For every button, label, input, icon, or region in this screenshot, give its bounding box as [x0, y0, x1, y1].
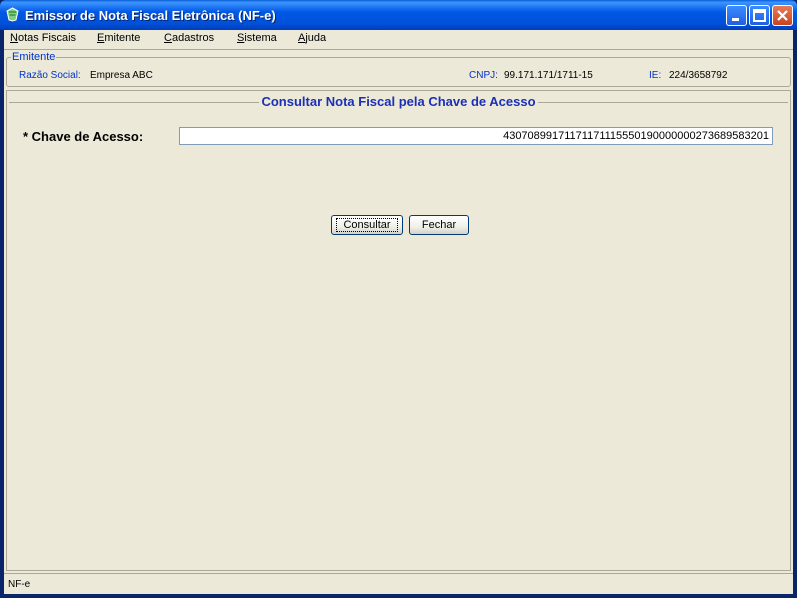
- consultar-button-label: Consultar: [336, 218, 398, 232]
- status-text: NF-e: [8, 579, 31, 590]
- minimize-icon: [732, 18, 739, 21]
- close-button[interactable]: [772, 5, 793, 26]
- client-area: Notas Fiscais Emitente Cadastros Sistema…: [4, 30, 793, 594]
- panel-title-wrap: Consultar Nota Fiscal pela Chave de Aces…: [7, 94, 790, 109]
- razao-social-value: Empresa ABC: [90, 70, 153, 81]
- app-logo-icon: [6, 7, 19, 22]
- menu-notas-fiscais[interactable]: Notas Fiscais: [10, 32, 76, 44]
- window-title: Emissor de Nota Fiscal Eletrônica (NF-e): [25, 8, 276, 23]
- consultar-button[interactable]: Consultar: [331, 215, 403, 235]
- cnpj-value: 99.171.171/1711-15: [504, 70, 593, 81]
- app-window: Emissor de Nota Fiscal Eletrônica (NF-e)…: [0, 0, 797, 598]
- menu-emitente[interactable]: Emitente: [97, 32, 140, 44]
- menu-sistema[interactable]: Sistema: [237, 32, 277, 44]
- panel-title: Consultar Nota Fiscal pela Chave de Aces…: [259, 94, 538, 109]
- status-bar: NF-e: [4, 573, 793, 594]
- ie-value: 224/3658792: [669, 70, 728, 81]
- close-icon: [777, 10, 788, 21]
- consulta-panel: Consultar Nota Fiscal pela Chave de Aces…: [6, 90, 791, 571]
- menu-cadastros[interactable]: Cadastros: [164, 32, 214, 44]
- title-bar[interactable]: Emissor de Nota Fiscal Eletrônica (NF-e): [0, 0, 797, 30]
- maximize-button[interactable]: [749, 5, 770, 26]
- minimize-button[interactable]: [726, 5, 747, 26]
- chave-acesso-label: * Chave de Acesso:: [23, 129, 144, 144]
- menu-ajuda[interactable]: Ajuda: [298, 32, 326, 44]
- emitente-legend: Emitente: [11, 51, 57, 63]
- razao-social-label: Razão Social:: [19, 70, 81, 81]
- menu-bar: Notas Fiscais Emitente Cadastros Sistema…: [4, 30, 793, 50]
- emitente-group: Emitente Razão Social: Empresa ABC CNPJ:…: [6, 51, 791, 87]
- ie-label: IE:: [649, 70, 662, 81]
- fechar-button-label: Fechar: [421, 219, 457, 231]
- cnpj-label: CNPJ:: [469, 70, 498, 81]
- fechar-button[interactable]: Fechar: [409, 215, 469, 235]
- chave-acesso-input[interactable]: [179, 127, 773, 145]
- maximize-icon: [753, 9, 766, 22]
